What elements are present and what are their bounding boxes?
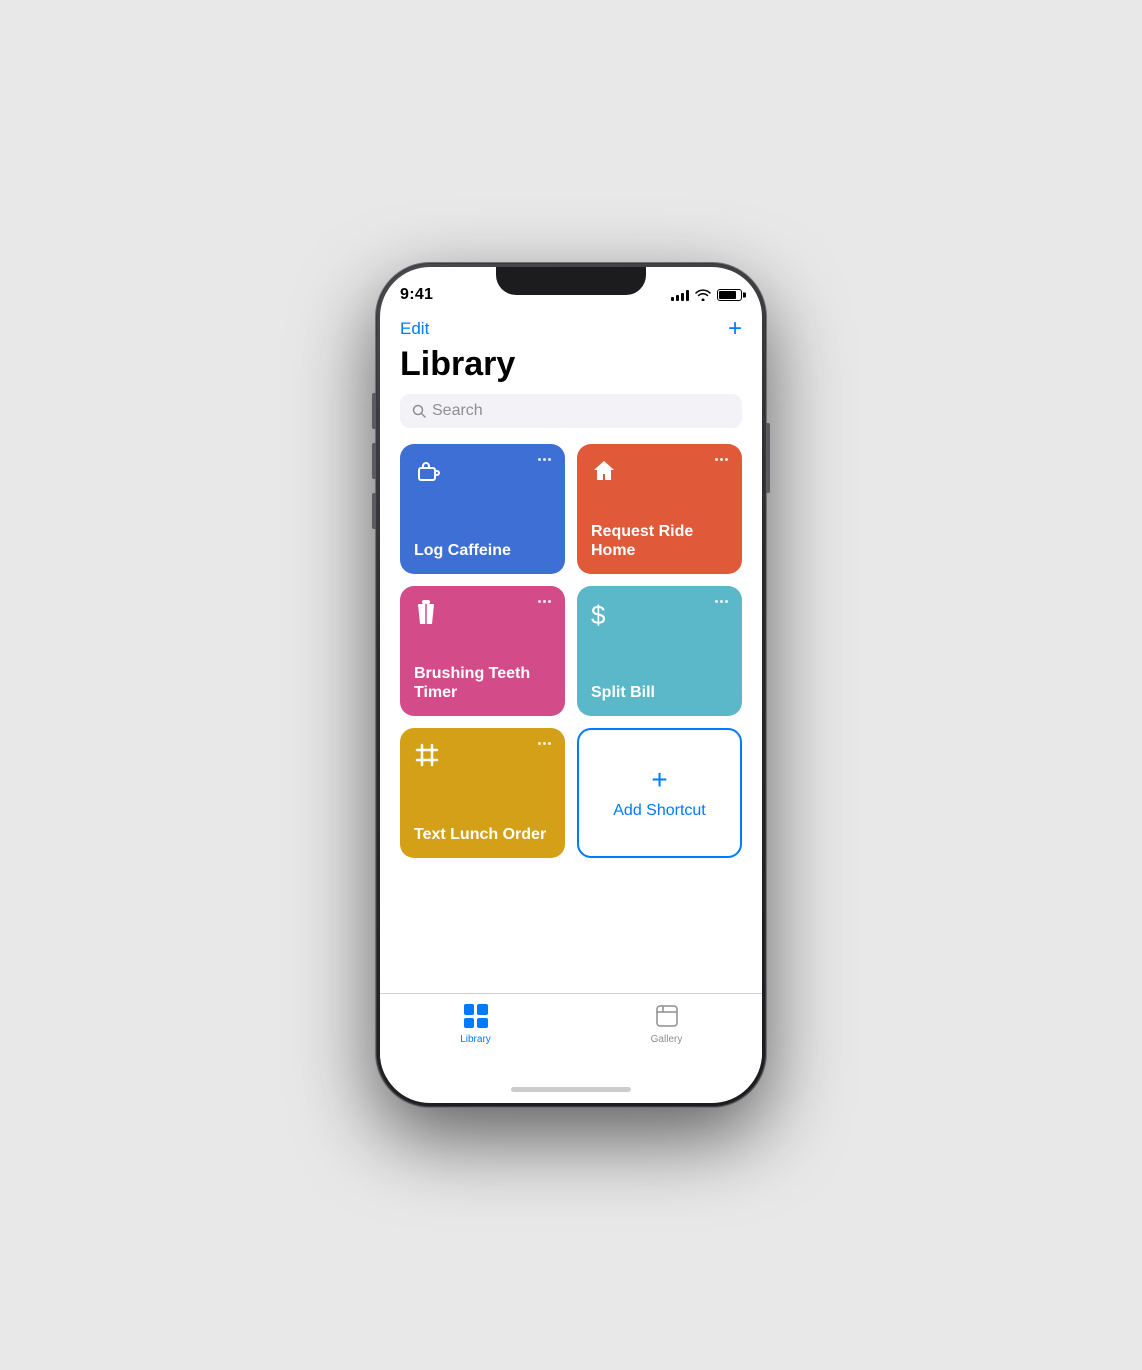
card-top-ride <box>591 458 728 491</box>
shortcut-text-lunch[interactable]: Text Lunch Order <box>400 728 565 858</box>
shortcut-split-bill[interactable]: $ Split Bill <box>577 586 742 716</box>
card-label-bill: Split Bill <box>591 683 728 702</box>
app-content: Edit + Library Search <box>380 311 762 993</box>
card-top-teeth <box>414 600 551 635</box>
search-placeholder: Search <box>432 402 483 420</box>
card-menu-teeth[interactable] <box>538 600 551 603</box>
tab-library-label: Library <box>460 1034 491 1045</box>
gallery-tab-icon <box>653 1002 681 1030</box>
card-top-lunch <box>414 742 551 775</box>
card-icon-lunch <box>414 742 440 775</box>
home-bar <box>511 1087 631 1092</box>
status-time: 9:41 <box>400 286 433 304</box>
card-label-caffeine: Log Caffeine <box>414 541 551 560</box>
tab-gallery-label: Gallery <box>651 1034 683 1045</box>
tab-library[interactable]: Library <box>380 1002 571 1045</box>
phone-frame: 9:41 <box>376 263 766 1107</box>
library-tab-icon <box>462 1002 490 1030</box>
card-icon-caffeine <box>414 458 442 493</box>
card-label-teeth: Brushing Teeth Timer <box>414 664 551 702</box>
wifi-icon <box>695 289 711 301</box>
edit-button[interactable]: Edit <box>400 319 429 339</box>
card-top-bill: $ <box>591 600 728 631</box>
notch <box>496 267 646 295</box>
card-icon-teeth <box>414 600 438 635</box>
card-label-ride: Request Ride Home <box>591 522 728 560</box>
shortcut-brushing-teeth[interactable]: Brushing Teeth Timer <box>400 586 565 716</box>
search-icon <box>412 404 426 418</box>
status-bar: 9:41 <box>380 267 762 311</box>
card-top <box>414 458 551 493</box>
tab-gallery[interactable]: Gallery <box>571 1002 762 1045</box>
nav-bar: Edit + <box>380 311 762 341</box>
signal-icon <box>671 289 689 301</box>
status-icons <box>671 289 742 301</box>
card-menu-lunch[interactable] <box>538 742 551 745</box>
battery-icon <box>717 289 742 301</box>
card-menu-ride[interactable] <box>715 458 728 461</box>
search-container: Search <box>380 394 762 444</box>
phone-screen: 9:41 <box>380 267 762 1103</box>
home-indicator <box>380 1075 762 1103</box>
library-grid-icon <box>464 1004 488 1028</box>
card-label-lunch: Text Lunch Order <box>414 825 551 844</box>
shortcut-log-caffeine[interactable]: Log Caffeine <box>400 444 565 574</box>
add-shortcut-plus: + <box>651 766 667 794</box>
shortcut-request-ride[interactable]: Request Ride Home <box>577 444 742 574</box>
card-icon-bill: $ <box>591 600 605 631</box>
shortcuts-grid: Log Caffeine Request Ride <box>380 444 762 858</box>
add-button[interactable]: + <box>728 317 742 341</box>
card-menu-bill[interactable] <box>715 600 728 603</box>
card-menu-caffeine[interactable] <box>538 458 551 461</box>
card-icon-ride <box>591 458 617 491</box>
add-shortcut-label: Add Shortcut <box>613 802 706 820</box>
gallery-icon <box>655 1004 679 1028</box>
search-bar[interactable]: Search <box>400 394 742 428</box>
add-shortcut-card[interactable]: + Add Shortcut <box>577 728 742 858</box>
page-title: Library <box>380 341 762 394</box>
tab-bar: Library Gallery <box>380 993 762 1075</box>
